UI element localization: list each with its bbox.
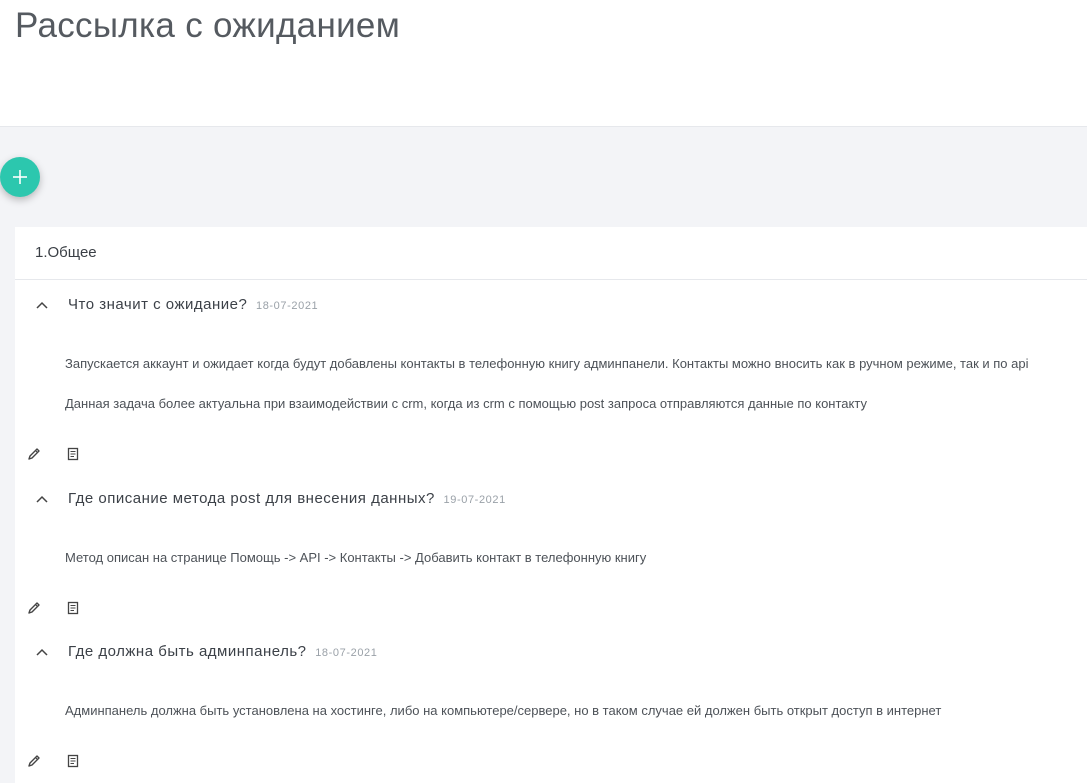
category-title: 1.Общее: [35, 244, 97, 261]
faq-question: Где описание метода post для внесения да…: [68, 490, 506, 507]
faq-answer-paragraph: Админпанель должна быть установлена на х…: [65, 703, 942, 718]
faq-question: Что значит с ожидание? 18-07-2021: [68, 296, 318, 313]
faq-answer-paragraph: Данная задача более актуальна при взаимо…: [65, 396, 867, 411]
faq-question-toggle[interactable]: Что значит с ожидание? 18-07-2021: [15, 291, 1087, 319]
add-button[interactable]: [0, 157, 40, 197]
faq-question-text: Где должна быть админпанель?: [68, 643, 307, 660]
faq-answer-paragraph: Запускается аккаунт и ожидает когда буду…: [65, 356, 1029, 371]
faq-category-card: 1.Общее Что значит с ожидание? 18-07-202…: [15, 227, 1087, 783]
pencil-icon[interactable]: [27, 601, 41, 615]
faq-question-toggle[interactable]: Где описание метода post для внесения да…: [15, 485, 1087, 513]
document-icon[interactable]: [66, 601, 80, 615]
faq-date: 18-07-2021: [315, 647, 378, 659]
page-title: Рассылка с ожиданием: [15, 6, 401, 45]
faq-date: 19-07-2021: [443, 494, 506, 506]
faq-question-toggle[interactable]: Где должна быть админпанель? 18-07-2021: [15, 638, 1087, 666]
plus-icon: [13, 170, 27, 184]
faq-question-text: Где описание метода post для внесения да…: [68, 490, 435, 507]
faq-date: 18-07-2021: [255, 300, 319, 312]
document-icon[interactable]: [66, 447, 80, 461]
chevron-up-icon: [36, 301, 48, 309]
pencil-icon[interactable]: [27, 754, 41, 768]
faq-item: Где описание метода post для внесения да…: [15, 485, 1087, 625]
document-icon[interactable]: [66, 754, 80, 768]
pencil-icon[interactable]: [27, 447, 41, 461]
category-header: 1.Общее: [15, 227, 1087, 280]
faq-question-text: Что значит с ожидание?: [68, 296, 248, 313]
faq-item: Что значит с ожидание? 18-07-2021 Запуск…: [15, 291, 1087, 471]
page: Рассылка с ожиданием 1.Общее Что значит …: [0, 0, 1087, 783]
chevron-up-icon: [36, 495, 48, 503]
page-header: Рассылка с ожиданием: [0, 0, 1087, 127]
faq-question: Где должна быть админпанель? 18-07-2021: [68, 643, 377, 660]
faq-answer-paragraph: Метод описан на странице Помощь -> API -…: [65, 550, 647, 565]
faq-item: Где должна быть админпанель? 18-07-2021 …: [15, 638, 1087, 778]
chevron-up-icon: [36, 648, 48, 656]
